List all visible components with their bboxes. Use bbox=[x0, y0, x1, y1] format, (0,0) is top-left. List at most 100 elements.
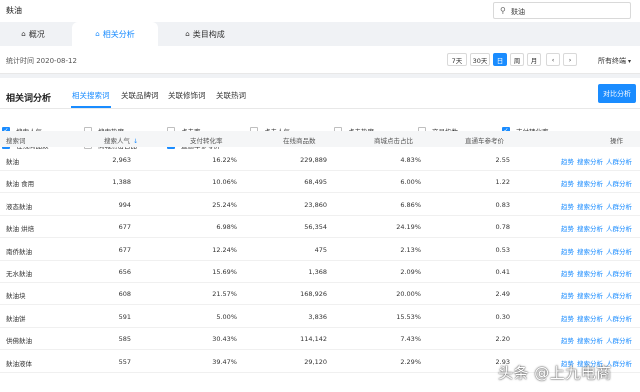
cell-value: 16.22% bbox=[212, 156, 237, 164]
filter-bar: 统计时间 2020-08-12 7天 30天 日 周 月 ‹ › 所有终端 ▾ bbox=[0, 46, 640, 74]
cell-value: 2.13% bbox=[400, 245, 421, 254]
search-analysis-link[interactable]: 搜索分析 bbox=[577, 203, 603, 211]
period-day-button[interactable]: 日 bbox=[493, 53, 507, 66]
crowd-analysis-link[interactable]: 人群分析 bbox=[606, 203, 632, 211]
row-actions: 趋势 搜索分析 人群分析 bbox=[558, 246, 632, 256]
tab-category[interactable]: ⌂ 类目构成 bbox=[170, 22, 240, 46]
subtab-related-search[interactable]: 相关搜索词 bbox=[72, 90, 110, 101]
crowd-analysis-link[interactable]: 人群分析 bbox=[606, 315, 632, 323]
crowd-analysis-link[interactable]: 人群分析 bbox=[606, 337, 632, 345]
tab-related-analysis[interactable]: ⌂ 相关分析 bbox=[72, 22, 158, 46]
cell-keyword: 麸油 食用 bbox=[6, 180, 35, 189]
search-analysis-link[interactable]: 搜索分析 bbox=[577, 337, 603, 345]
tab-label: 概况 bbox=[28, 29, 45, 39]
trend-link[interactable]: 趋势 bbox=[561, 203, 574, 211]
subtab-hot[interactable]: 关联热词 bbox=[216, 90, 246, 101]
search-analysis-link[interactable]: 搜索分析 bbox=[577, 292, 603, 300]
row-actions: 趋势 搜索分析 人群分析 bbox=[558, 290, 632, 300]
subtab-brand[interactable]: 关联品牌词 bbox=[121, 90, 159, 101]
row-actions: 趋势 搜索分析 人群分析 bbox=[558, 156, 632, 166]
period-7d-button[interactable]: 7天 bbox=[447, 53, 467, 66]
cell-value: 6.00% bbox=[400, 178, 421, 187]
cell-value: 6.86% bbox=[400, 200, 421, 209]
period-week-button[interactable]: 周 bbox=[510, 53, 524, 66]
cell-value: 557 bbox=[118, 357, 131, 366]
trend-link[interactable]: 趋势 bbox=[561, 315, 574, 323]
period-month-button[interactable]: 月 bbox=[527, 53, 541, 66]
search-box[interactable]: ⚲ 麸油 bbox=[493, 2, 631, 19]
cell-value: 7.43% bbox=[400, 335, 421, 344]
cell-value: 591 bbox=[118, 312, 131, 321]
table-row: 南侨麸油 677 12.24% 475 2.13% 0.53 趋势 搜索分析 人群分析 bbox=[0, 239, 640, 261]
col-online-products: 在线商品数 bbox=[283, 137, 316, 145]
next-date-button[interactable]: › bbox=[563, 53, 577, 66]
crowd-analysis-link[interactable]: 人群分析 bbox=[606, 225, 632, 233]
row-actions: 趋势 搜索分析 人群分析 bbox=[558, 313, 632, 323]
cell-value: 2.20 bbox=[495, 335, 510, 344]
cell-value: 23,860 bbox=[304, 200, 327, 209]
home-icon: ⌂ bbox=[185, 30, 190, 38]
table-header: 搜索词 搜索人气 ↓ 支付转化率 在线商品数 商城点击占比 直通车参考价 操作 bbox=[0, 131, 640, 147]
search-analysis-link[interactable]: 搜索分析 bbox=[577, 225, 603, 233]
cell-value: 10.06% bbox=[212, 178, 237, 187]
tab-label: 相关分析 bbox=[102, 29, 135, 39]
divider bbox=[0, 108, 640, 109]
trend-link[interactable]: 趋势 bbox=[561, 158, 574, 166]
main-tabs: ⌂ 概况 ⌂ 相关分析 ⌂ 类目构成 bbox=[0, 22, 640, 46]
cell-keyword: 麸油块 bbox=[6, 292, 26, 301]
chevron-left-icon: ‹ bbox=[551, 55, 555, 64]
trend-link[interactable]: 趋势 bbox=[561, 270, 574, 278]
trend-link[interactable]: 趋势 bbox=[561, 180, 574, 188]
cell-value: 2.49 bbox=[495, 290, 510, 299]
table-row: 麸油 烘焙 677 6.98% 56,354 24.19% 0.78 趋势 搜索分析 人群分析 bbox=[0, 216, 640, 239]
col-actions: 操作 bbox=[610, 137, 623, 145]
cell-value: 12.24% bbox=[212, 245, 237, 254]
table-row: 无水麸油 656 15.69% 1,368 2.09% 0.41 趋势 搜索分析 人群分析 bbox=[0, 261, 640, 283]
cell-keyword: 麸油饼 bbox=[6, 314, 26, 323]
crowd-analysis-link[interactable]: 人群分析 bbox=[606, 158, 632, 166]
tab-overview[interactable]: ⌂ 概况 bbox=[4, 22, 62, 46]
crowd-analysis-link[interactable]: 人群分析 bbox=[606, 248, 632, 256]
crowd-analysis-link[interactable]: 人群分析 bbox=[606, 180, 632, 188]
search-analysis-link[interactable]: 搜索分析 bbox=[577, 158, 603, 166]
search-analysis-link[interactable]: 搜索分析 bbox=[577, 315, 603, 323]
search-input[interactable]: 麸油 bbox=[511, 7, 525, 17]
trend-link[interactable]: 趋势 bbox=[561, 248, 574, 256]
cell-value: 656 bbox=[118, 268, 131, 276]
cell-value: 4.83% bbox=[400, 156, 421, 164]
col-label: 搜索人气 bbox=[104, 137, 130, 145]
cell-value: 994 bbox=[118, 200, 131, 209]
row-actions: 趋势 搜索分析 人群分析 bbox=[558, 223, 632, 233]
search-icon[interactable]: ⚲ bbox=[500, 6, 506, 15]
period-30d-button[interactable]: 30天 bbox=[470, 53, 490, 66]
search-analysis-link[interactable]: 搜索分析 bbox=[577, 180, 603, 188]
table-row: 供佛麸油 585 30.43% 114,142 7.43% 2.20 趋势 搜索分析 人群分析 bbox=[0, 328, 640, 351]
cell-value: 0.41 bbox=[495, 268, 510, 276]
sort-down-icon[interactable]: ↓ bbox=[133, 138, 138, 145]
trend-link[interactable]: 趋势 bbox=[561, 337, 574, 345]
chevron-right-icon: › bbox=[568, 55, 572, 64]
cell-value: 1.22 bbox=[495, 178, 510, 187]
prev-date-button[interactable]: ‹ bbox=[546, 53, 560, 66]
cell-value: 0.78 bbox=[495, 223, 510, 232]
table-row: 麸油 食用 1,388 10.06% 68,495 6.00% 1.22 趋势 搜索分析 人群分… bbox=[0, 171, 640, 194]
col-search-popularity[interactable]: 搜索人气 ↓ bbox=[104, 135, 138, 145]
cell-value: 20.00% bbox=[396, 290, 421, 299]
cell-value: 68,495 bbox=[304, 178, 327, 187]
cell-keyword: 麸油液体 bbox=[6, 359, 32, 368]
cell-value: 1,368 bbox=[308, 268, 327, 276]
crowd-analysis-link[interactable]: 人群分析 bbox=[606, 270, 632, 278]
search-analysis-link[interactable]: 搜索分析 bbox=[577, 270, 603, 278]
cell-value: 2.29% bbox=[400, 357, 421, 366]
trend-link[interactable]: 趋势 bbox=[561, 225, 574, 233]
subtab-modifier[interactable]: 关联修饰词 bbox=[168, 90, 206, 101]
table-row: 麸油块 608 21.57% 168,926 20.00% 2.49 趋势 搜索分析 人群分析 bbox=[0, 283, 640, 306]
cell-value: 114,142 bbox=[300, 335, 327, 344]
trend-link[interactable]: 趋势 bbox=[561, 292, 574, 300]
compare-button[interactable]: 对比分析 bbox=[598, 84, 636, 103]
cell-keyword: 南侨麸油 bbox=[6, 247, 32, 256]
search-analysis-link[interactable]: 搜索分析 bbox=[577, 248, 603, 256]
crowd-analysis-link[interactable]: 人群分析 bbox=[606, 292, 632, 300]
terminal-select[interactable]: 所有终端 ▾ bbox=[598, 56, 631, 66]
cell-value: 585 bbox=[118, 335, 131, 344]
